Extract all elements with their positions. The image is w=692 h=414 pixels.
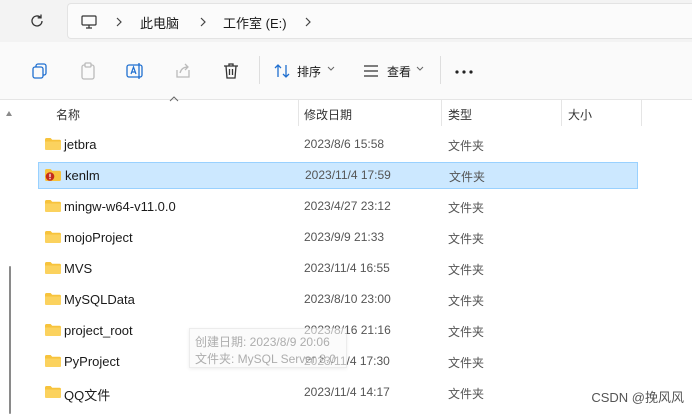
chevron-right-icon	[116, 17, 122, 27]
copy-icon[interactable]	[30, 61, 50, 81]
rename-icon[interactable]	[125, 61, 145, 81]
scrollbar-thumb[interactable]	[9, 266, 11, 414]
sort-ascending-icon	[169, 96, 179, 102]
file-row[interactable]: kenlm 2023/11/4 17:59 文件夹	[38, 162, 638, 189]
tooltip-created-date: 创建日期: 2023/8/9 20:06	[195, 335, 330, 349]
command-bar: 排序 查看	[0, 42, 692, 100]
file-row[interactable]: mojoProject 2023/9/9 21:33 文件夹	[38, 224, 638, 251]
sort-icon[interactable]	[272, 61, 292, 81]
file-name: QQ文件	[64, 388, 111, 403]
file-type: 文件夹	[448, 263, 485, 277]
file-modified-date: 2023/8/6 15:58	[304, 137, 385, 151]
file-list-pane: 名称 修改日期 类型 大小 jetbra 2023/8/6 15:58 文件夹 ken…	[0, 96, 692, 414]
file-type: 文件夹	[448, 387, 485, 401]
file-type: 文件夹	[449, 170, 486, 184]
folder-icon	[44, 199, 62, 213]
more-options-button[interactable]	[454, 61, 474, 77]
delete-icon[interactable]	[221, 61, 241, 81]
column-divider[interactable]	[298, 100, 299, 126]
column-header-date[interactable]: 修改日期	[304, 100, 352, 126]
file-name: mingw-w64-v11.0.0	[64, 199, 176, 214]
file-type: 文件夹	[448, 201, 485, 215]
folder-icon	[44, 261, 62, 275]
sort-button-label[interactable]: 排序	[297, 63, 321, 80]
view-icon[interactable]	[361, 61, 381, 81]
file-name: PyProject	[64, 354, 120, 369]
file-name: MVS	[64, 261, 93, 276]
paste-icon[interactable]	[78, 61, 98, 81]
column-header-name[interactable]: 名称	[56, 100, 80, 126]
file-type: 文件夹	[448, 356, 485, 370]
refresh-icon	[31, 14, 43, 27]
file-name: kenlm	[65, 168, 100, 183]
this-pc-icon	[81, 15, 97, 29]
chevron-right-icon[interactable]	[303, 16, 313, 28]
file-modified-date: 2023/8/10 23:00	[304, 292, 391, 306]
scroll-up-icon[interactable]	[5, 110, 13, 118]
file-row[interactable]: MVS 2023/11/4 16:55 文件夹	[38, 255, 638, 282]
breadcrumb-this-pc[interactable]: 此电脑	[140, 13, 179, 32]
folder-icon	[44, 323, 62, 337]
file-modified-date: 2023/11/4 17:59	[305, 168, 391, 182]
folder-icon	[44, 292, 62, 306]
file-modified-date: 2023/11/4 14:17	[304, 385, 390, 399]
toolbar-separator	[259, 56, 260, 84]
chevron-down-icon[interactable]	[416, 66, 424, 72]
file-type: 文件夹	[448, 139, 485, 153]
column-divider[interactable]	[441, 100, 442, 126]
column-header-type[interactable]: 类型	[448, 100, 472, 126]
file-modified-date: 2023/9/9 21:33	[304, 230, 385, 244]
chevron-right-icon	[200, 17, 206, 27]
folder-warning-icon	[44, 168, 62, 182]
file-type: 文件夹	[448, 325, 485, 339]
file-type: 文件夹	[448, 232, 485, 246]
file-name: project_root	[64, 323, 133, 338]
watermark: CSDN @挽风风	[591, 387, 684, 406]
column-divider[interactable]	[561, 100, 562, 126]
breadcrumb-drive-e[interactable]: 工作室 (E:)	[223, 13, 287, 32]
refresh-button[interactable]	[24, 8, 50, 34]
view-button-label[interactable]: 查看	[387, 63, 411, 80]
folder-tooltip: 创建日期: 2023/8/9 20:06 文件夹: MySQL Server 8…	[189, 328, 347, 368]
file-type: 文件夹	[448, 294, 485, 308]
column-divider[interactable]	[641, 100, 642, 126]
file-modified-date: 2023/11/4 16:55	[304, 261, 390, 275]
folder-icon	[44, 385, 62, 399]
more-icon	[455, 70, 473, 74]
folder-icon	[44, 137, 62, 151]
file-modified-date: 2023/4/27 23:12	[304, 199, 391, 213]
chevron-down-icon[interactable]	[327, 66, 335, 72]
file-row[interactable]: jetbra 2023/8/6 15:58 文件夹	[38, 131, 638, 158]
navigation-pane-scrollbar[interactable]	[0, 100, 20, 414]
toolbar-separator	[440, 56, 441, 84]
file-row[interactable]: mingw-w64-v11.0.0 2023/4/27 23:12 文件夹	[38, 193, 638, 220]
share-icon[interactable]	[173, 61, 193, 81]
folder-icon	[44, 354, 62, 368]
file-name: mojoProject	[64, 230, 133, 245]
file-name: jetbra	[64, 137, 97, 152]
file-row[interactable]: QQ文件 2023/11/4 14:17 文件夹	[38, 379, 638, 406]
file-name: MySQLData	[64, 292, 135, 307]
file-row[interactable]: MySQLData 2023/8/10 23:00 文件夹	[38, 286, 638, 313]
tooltip-folder-contents: 文件夹: MySQL Server 8.0	[195, 352, 336, 366]
column-header-size[interactable]: 大小	[568, 100, 592, 126]
address-bar-area: 此电脑 工作室 (E:)	[0, 0, 692, 42]
address-field[interactable]: 此电脑 工作室 (E:)	[67, 3, 692, 39]
folder-icon	[44, 230, 62, 244]
